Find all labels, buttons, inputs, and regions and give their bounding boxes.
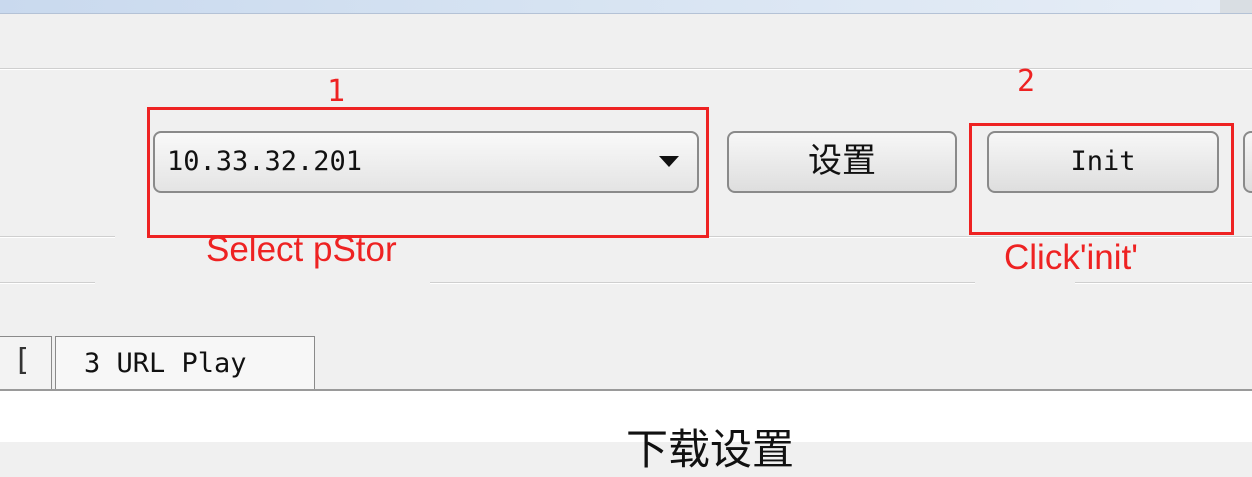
annotation-box-step2 [969,123,1234,235]
annotation-step2-number: 2 [1017,64,1036,99]
annotation-step1-text: Select pStor [206,230,397,269]
groupbox-line [430,282,975,284]
partial-button[interactable] [1243,131,1252,193]
groupbox-line [0,236,115,238]
groupbox-line [0,282,95,284]
annotation-step1-number: 1 [327,74,346,109]
divider [0,68,1252,70]
section-title: 下载设置 [626,425,795,474]
annotation-step2-text: Click'init' [1004,238,1138,277]
groupbox-line [1075,282,1252,284]
window-titlebar [0,0,1220,14]
settings-button[interactable]: 设置 [727,131,957,193]
tab-previous-label: [ [12,343,31,378]
tab-url-play[interactable]: 3 URL Play [55,336,315,391]
annotation-box-step1 [147,107,709,238]
tab-previous[interactable]: [ [0,336,52,391]
window-titlebar-edge [1220,0,1252,14]
